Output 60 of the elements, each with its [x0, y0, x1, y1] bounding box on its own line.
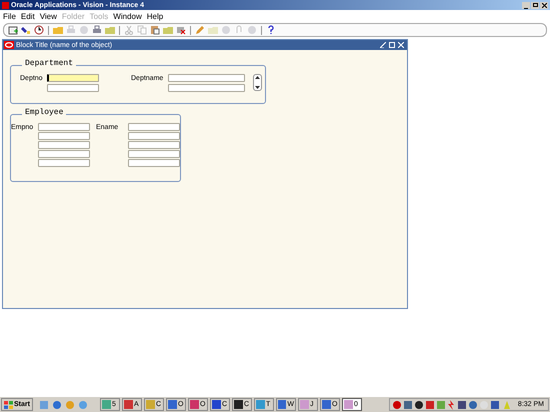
input-field[interactable] — [128, 150, 180, 158]
maximize-button[interactable] — [531, 2, 539, 8]
app-icon — [278, 400, 286, 409]
app-icon — [124, 400, 133, 409]
app-icon — [212, 400, 221, 409]
input-field[interactable] — [38, 159, 90, 167]
input-field[interactable] — [128, 123, 180, 131]
clipboard-icon[interactable] — [150, 25, 160, 35]
panel-legend: Employee — [22, 109, 66, 117]
folder-icon[interactable] — [53, 25, 63, 35]
app-icon — [234, 400, 243, 409]
maximize-icon — [532, 3, 538, 7]
app-icon — [322, 400, 331, 409]
app-icon — [300, 400, 309, 409]
input-field[interactable] — [128, 141, 180, 149]
input-field[interactable] — [128, 159, 180, 167]
menu-item[interactable]: View — [40, 12, 57, 20]
oracle-icon — [4, 41, 14, 49]
close-icon[interactable] — [398, 42, 404, 48]
menu-item[interactable]: Edit — [20, 12, 35, 20]
input-field[interactable] — [168, 74, 245, 82]
quick-launch-icon[interactable] — [78, 400, 88, 410]
maximize-icon[interactable] — [389, 42, 395, 48]
input-field[interactable] — [47, 74, 99, 82]
input-field[interactable] — [38, 123, 90, 131]
folder-icon[interactable] — [105, 25, 115, 35]
input-field[interactable] — [47, 84, 99, 92]
quick-launch-icon[interactable] — [64, 400, 75, 410]
menu-item[interactable]: Window — [113, 12, 142, 20]
input-field[interactable] — [128, 132, 180, 140]
printer-icon[interactable] — [92, 25, 102, 35]
up-arrow-icon — [255, 76, 260, 79]
menu-item[interactable]: File — [3, 12, 16, 20]
close-icon — [542, 2, 546, 8]
help-icon[interactable] — [266, 25, 276, 35]
quick-launch-icon[interactable] — [52, 400, 62, 410]
minimize-icon[interactable] — [380, 42, 386, 48]
app-icon — [102, 400, 111, 409]
quick-launch-icon[interactable] — [38, 400, 49, 410]
input-field[interactable] — [168, 84, 245, 92]
input-field[interactable] — [38, 141, 90, 149]
input-field[interactable] — [38, 150, 90, 158]
new-page-icon[interactable] — [8, 25, 18, 35]
delete-icon[interactable] — [176, 25, 186, 35]
down-arrow-icon — [255, 86, 260, 89]
scroll-spinner[interactable] — [253, 74, 262, 91]
app-icon — [2, 2, 9, 8]
windows-logo-icon — [4, 400, 13, 408]
close-button[interactable] — [540, 2, 548, 8]
app-icon — [168, 400, 177, 409]
app-icon — [146, 400, 155, 409]
clock-icon[interactable] — [34, 25, 44, 35]
app-icon — [256, 400, 265, 409]
input-field[interactable] — [38, 132, 90, 140]
minimize-button[interactable] — [522, 2, 530, 8]
pencil-icon[interactable] — [195, 25, 205, 35]
panel-legend: Department — [22, 60, 76, 68]
app-icon — [190, 400, 199, 409]
menu-item[interactable]: Help — [146, 12, 164, 20]
app-icon — [344, 400, 353, 409]
